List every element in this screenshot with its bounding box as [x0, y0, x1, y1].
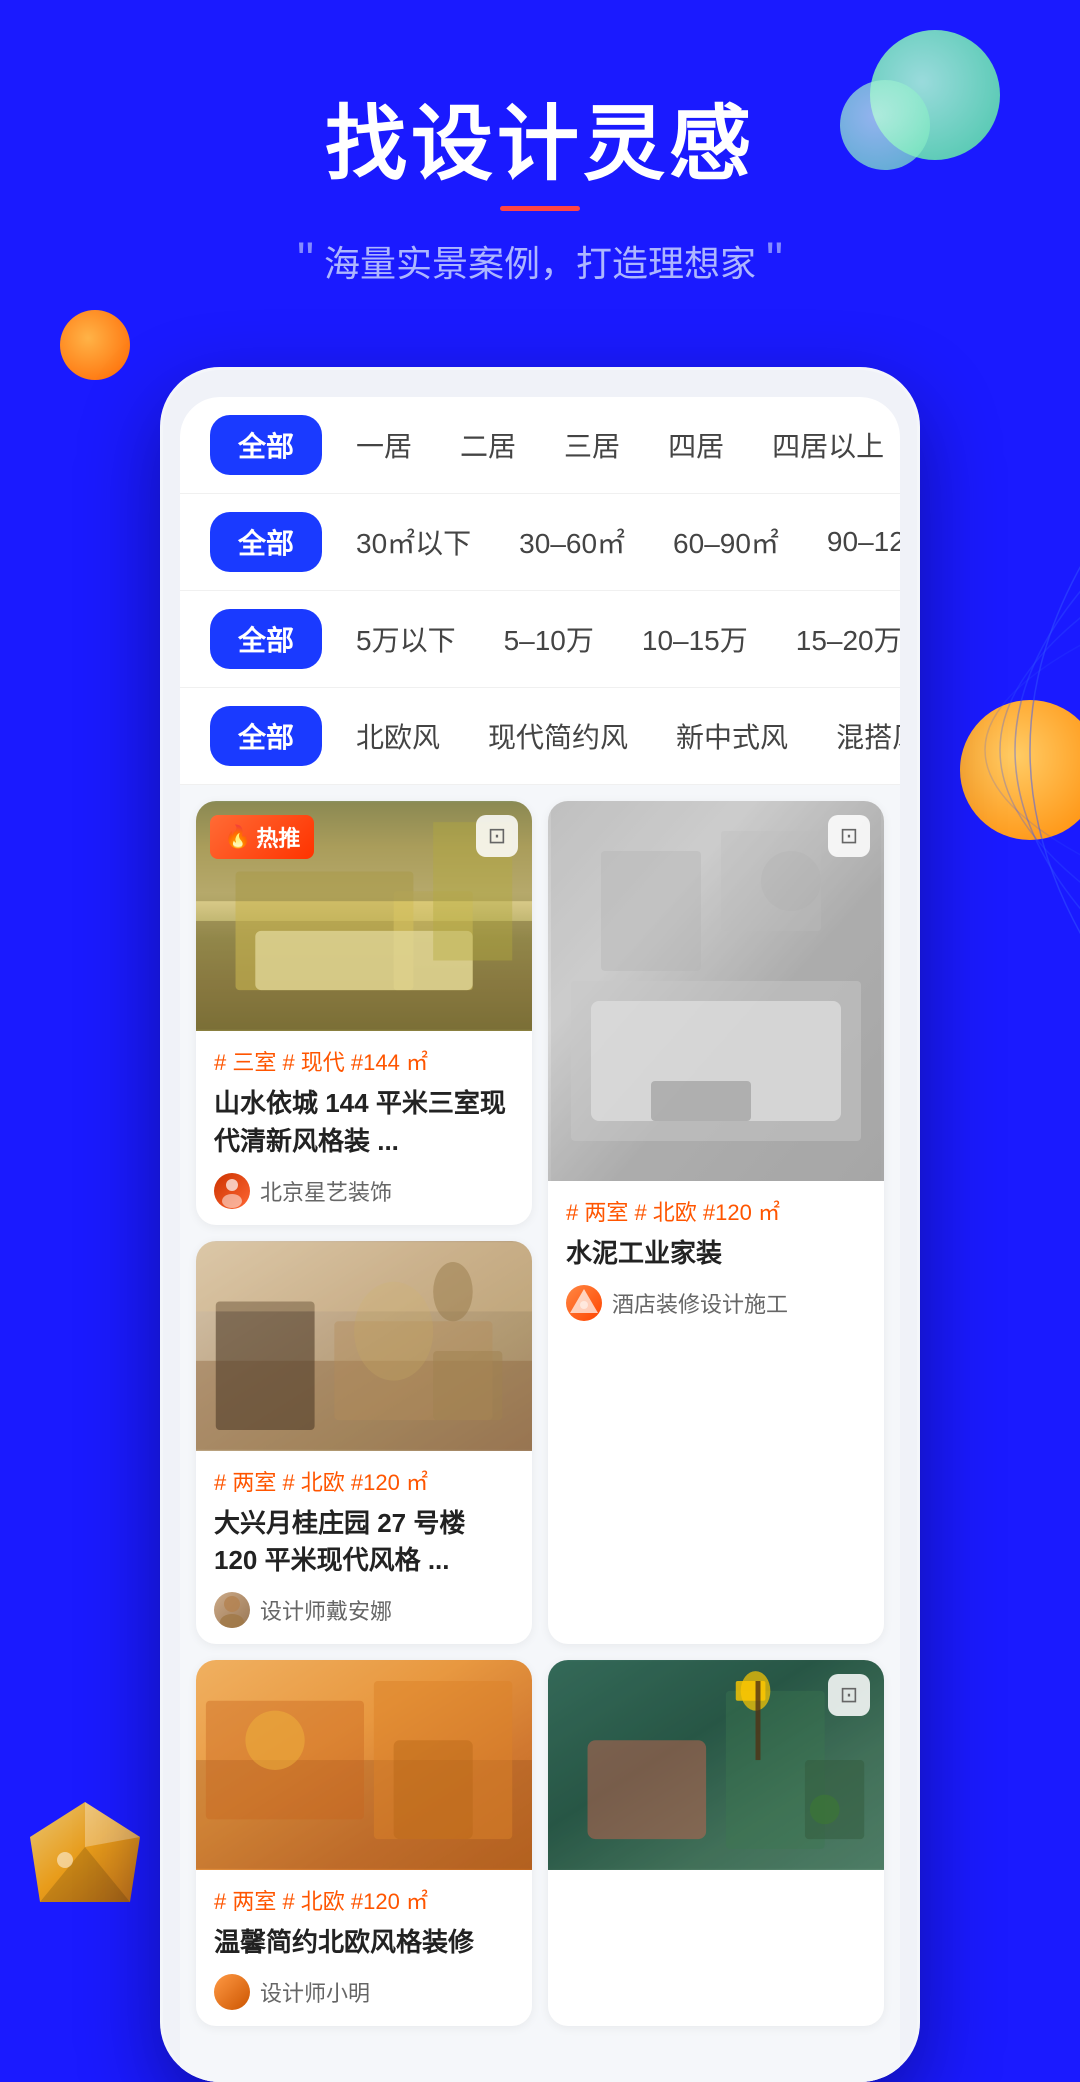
card-3-author-avatar: [214, 1592, 250, 1628]
card-3-image-wrap: ⊡: [196, 1241, 532, 1451]
filter-btn-budget-5[interactable]: 5万以下: [342, 609, 470, 669]
card-2-title: 水泥工业家装: [566, 1235, 866, 1273]
card-1-tags: # 三室 # 现代 #144 ㎡: [214, 1045, 514, 1077]
card-1-bookmark[interactable]: ⊡: [476, 815, 518, 857]
bottom-spacer: [180, 2042, 900, 2082]
filter-section: 全部 一居 二居 三居 四居 四居以上 别 全部 30㎡以下 30–60㎡ 60…: [180, 397, 900, 785]
card-1[interactable]: 🔥 热推 ⊡ # 三室 # 现代 #144 ㎡ 山水依城 144 平米三室现代清…: [196, 801, 532, 1224]
filter-btn-chinese[interactable]: 新中式风: [662, 706, 802, 766]
subtitle-text: 海量实景案例，打造理想家: [324, 235, 756, 287]
card-3[interactable]: ⊡ # 两室 # 北欧 #120 ㎡ 大兴月桂庄园 27 号楼 120 平米现代…: [196, 1241, 532, 1644]
card-3-body: # 两室 # 北欧 #120 ㎡ 大兴月桂庄园 27 号楼 120 平米现代风格…: [196, 1451, 532, 1644]
filter-btn-all-area[interactable]: 全部: [210, 512, 322, 572]
filter-btn-four-plus[interactable]: 四居以上: [758, 415, 898, 475]
filter-btn-mixed[interactable]: 混搭风: [822, 706, 900, 766]
filter-btn-area-30-60[interactable]: 30–60㎡: [505, 512, 639, 572]
filter-btn-budget-15-20[interactable]: 15–20万: [782, 609, 900, 669]
hot-badge: 🔥 热推: [210, 815, 314, 859]
card-1-author-avatar: [214, 1173, 250, 1209]
card-2-author: 酒店装修设计施工: [566, 1285, 866, 1321]
hot-label: 热推: [256, 821, 300, 853]
phone-wrapper: 全部 一居 二居 三居 四居 四居以上 别 全部 30㎡以下 30–60㎡ 60…: [0, 367, 1080, 2081]
card-2-tags: # 两室 # 北欧 #120 ㎡: [566, 1195, 866, 1227]
filter-row-area: 全部 30㎡以下 30–60㎡ 60–90㎡ 90–12: [180, 494, 900, 591]
card-3-author: 设计师戴安娜: [214, 1592, 514, 1628]
card-2-wrapper: ⊡ # 两室 # 北欧 #120 ㎡ 水泥工业家装: [548, 801, 884, 1644]
filter-btn-area-60-90[interactable]: 60–90㎡: [659, 512, 793, 572]
phone-inner: 全部 一居 二居 三居 四居 四居以上 别 全部 30㎡以下 30–60㎡ 60…: [180, 397, 900, 2081]
card-2-author-avatar: [566, 1285, 602, 1321]
card-4-tags: # 两室 # 北欧 #120 ㎡: [214, 1884, 514, 1916]
quote-open: ": [297, 237, 314, 285]
card-4-body: # 两室 # 北欧 #120 ㎡ 温馨简约北欧风格装修 设计师小明: [196, 1870, 532, 2026]
card-4-author-name: 设计师小明: [260, 1976, 370, 2008]
card-5-bookmark[interactable]: ⊡: [828, 1674, 870, 1716]
filter-btn-area-90[interactable]: 90–12: [813, 516, 900, 568]
card-3-author-name: 设计师戴安娜: [260, 1594, 392, 1626]
card-5-image: ⊡: [548, 1660, 884, 1870]
filter-btn-budget-5-10[interactable]: 5–10万: [490, 609, 608, 669]
card-1-body: # 三室 # 现代 #144 ㎡ 山水依城 144 平米三室现代清新风格装 ..…: [196, 1031, 532, 1224]
card-5-image-wrap: ⊡: [548, 1660, 884, 1870]
card-2[interactable]: ⊡ # 两室 # 北欧 #120 ㎡ 水泥工业家装: [548, 801, 884, 1644]
phone-frame: 全部 一居 二居 三居 四居 四居以上 别 全部 30㎡以下 30–60㎡ 60…: [160, 367, 920, 2081]
card-3-title: 大兴月桂庄园 27 号楼 120 平米现代风格 ...: [214, 1505, 514, 1580]
filter-btn-all-budget[interactable]: 全部: [210, 609, 322, 669]
card-4-author-avatar: [214, 1974, 250, 2010]
filter-btn-modern[interactable]: 现代简约风: [474, 706, 642, 766]
card-2-author-name: 酒店装修设计施工: [612, 1287, 788, 1319]
fire-icon: 🔥: [224, 824, 251, 850]
filter-btn-nordic[interactable]: 北欧风: [342, 706, 454, 766]
filter-btn-four-room[interactable]: 四居: [654, 415, 738, 475]
header-subtitle: " 海量实景案例，打造理想家 ": [60, 235, 1020, 287]
card-3-tags: # 两室 # 北欧 #120 ㎡: [214, 1465, 514, 1497]
card-4[interactable]: # 两室 # 北欧 #120 ㎡ 温馨简约北欧风格装修 设计师小明: [196, 1660, 532, 2026]
filter-btn-three-room[interactable]: 三居: [550, 415, 634, 475]
card-1-author: 北京星艺装饰: [214, 1173, 514, 1209]
filter-row-budget: 全部 5万以下 5–10万 10–15万 15–20万: [180, 591, 900, 688]
quote-close: ": [766, 237, 783, 285]
filter-btn-all-room[interactable]: 全部: [210, 415, 322, 475]
card-4-image: [196, 1660, 532, 1870]
card-2-body: # 两室 # 北欧 #120 ㎡ 水泥工业家装 酒店装修设计施工: [548, 1181, 884, 1337]
card-4-image-wrap: [196, 1660, 532, 1870]
filter-btn-area-30[interactable]: 30㎡以下: [342, 512, 485, 572]
card-2-bookmark[interactable]: ⊡: [828, 815, 870, 857]
card-1-image-wrap: 🔥 热推 ⊡: [196, 801, 532, 1031]
card-3-image: [196, 1241, 532, 1451]
filter-row-style: 全部 北欧风 现代简约风 新中式风 混搭风: [180, 688, 900, 785]
filter-btn-two-room[interactable]: 二居: [446, 415, 530, 475]
filter-btn-all-style[interactable]: 全部: [210, 706, 322, 766]
card-4-author: 设计师小明: [214, 1974, 514, 2010]
card-4-title: 温馨简约北欧风格装修: [214, 1924, 514, 1962]
card-1-title: 山水依城 144 平米三室现代清新风格装 ...: [214, 1085, 514, 1160]
content-grid: 🔥 热推 ⊡ # 三室 # 现代 #144 ㎡ 山水依城 144 平米三室现代清…: [180, 785, 900, 2041]
card-5[interactable]: ⊡: [548, 1660, 884, 2026]
filter-btn-budget-10-15[interactable]: 10–15万: [628, 609, 762, 669]
filter-row-room-type: 全部 一居 二居 三居 四居 四居以上 别: [180, 397, 900, 494]
page-title: 找设计灵感: [60, 100, 1020, 190]
header-section: 找设计灵感 " 海量实景案例，打造理想家 ": [0, 0, 1080, 327]
card-2-image: [548, 801, 884, 1181]
title-underline: [500, 206, 580, 211]
card-2-image-wrap: ⊡: [548, 801, 884, 1181]
card-1-author-name: 北京星艺装饰: [260, 1175, 392, 1207]
filter-btn-one-room[interactable]: 一居: [342, 415, 426, 475]
